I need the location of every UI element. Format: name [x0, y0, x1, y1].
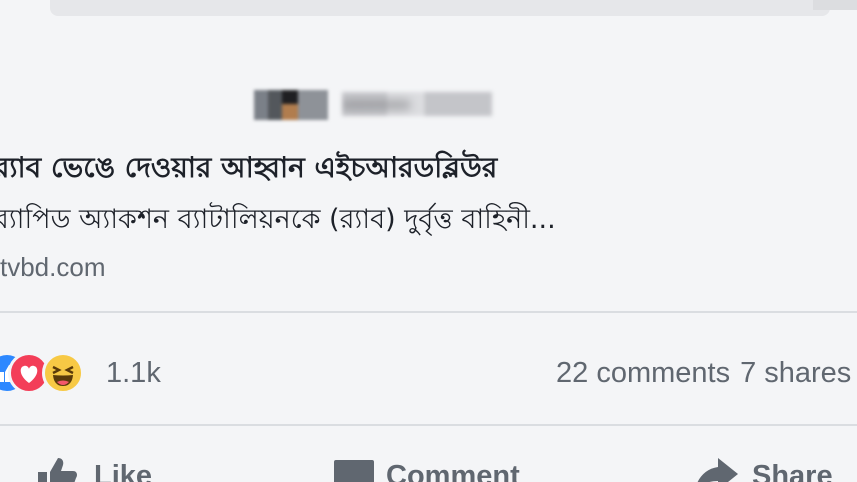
facebook-post-card: ■■■■■■■■ র‌্যাব ভেঙে দেওয়ার আহ্বান এইচআ… [0, 0, 857, 482]
reaction-count[interactable]: 1.1k [106, 353, 161, 393]
previous-post-edge [50, 0, 830, 16]
like-label: Like [94, 460, 153, 482]
link-domain[interactable]: tvbd.com [0, 250, 106, 284]
link-headline[interactable]: র‌্যাব ভেঙে দেওয়ার আহ্বান এইচআরডব্লিউর [0, 148, 857, 188]
thumbs-up-icon [36, 454, 84, 482]
share-label: Share [752, 460, 833, 482]
link-description[interactable]: র‌্যাপিড অ্যাকশন ব্যাটালিয়নকে (র‌্যাব) … [0, 200, 857, 240]
shares-count-link[interactable]: 7 shares [740, 357, 851, 389]
haha-reaction-icon [42, 352, 84, 394]
comment-label: Comment [386, 460, 520, 482]
divider [0, 424, 857, 426]
divider [0, 311, 857, 313]
comments-count-link[interactable]: 22 comments [556, 357, 730, 389]
author-avatar[interactable] [254, 90, 328, 120]
comment-icon [334, 454, 376, 482]
author-name-blurred[interactable]: ■■■■■■■■ [342, 92, 492, 116]
previous-post-corner [813, 0, 857, 10]
share-arrow-icon [692, 454, 742, 482]
comments-shares: 22 comments 7 shares [556, 353, 851, 393]
